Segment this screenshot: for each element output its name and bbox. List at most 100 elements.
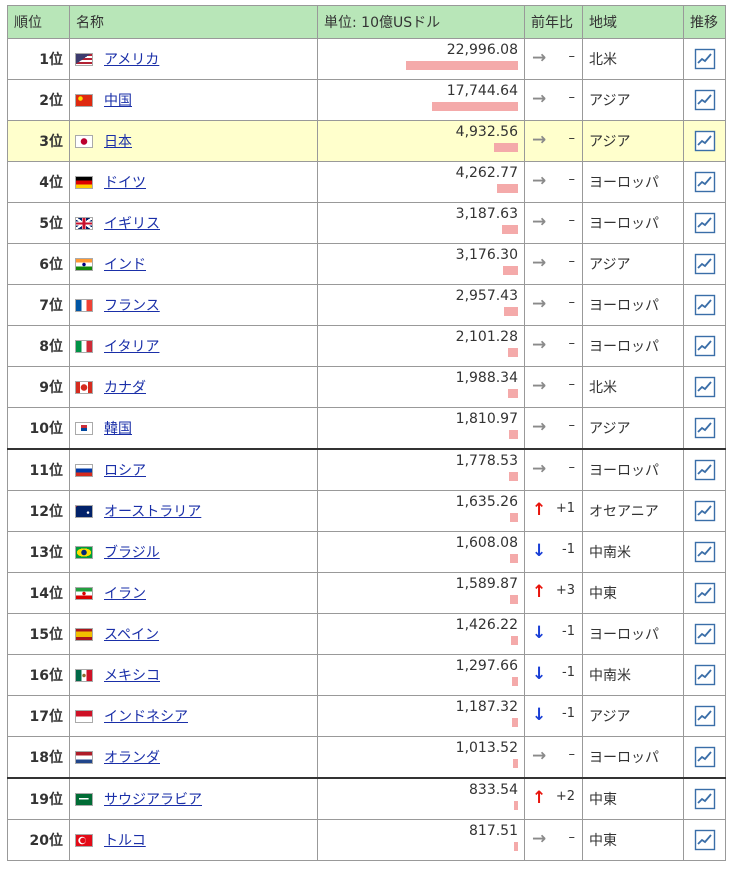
table-row: 7位 フランス 2,957.43 → – ヨーロッパ: [7, 284, 726, 326]
rank-cell: 7位: [7, 284, 70, 326]
country-cell: オランダ: [69, 736, 318, 779]
trend-chart-icon[interactable]: [694, 171, 716, 193]
trend-chart-icon[interactable]: [694, 212, 716, 234]
gdp-value: 2,101.28: [455, 329, 518, 345]
trend-cell: [683, 325, 726, 367]
country-link[interactable]: イラン: [104, 586, 146, 602]
country-link[interactable]: オーストラリア: [104, 504, 201, 520]
trend-chart-icon[interactable]: [694, 335, 716, 357]
table-row: 14位 イラン 1,589.87 ↑ +3 中東: [7, 572, 726, 614]
country-link[interactable]: アメリカ: [104, 52, 159, 68]
change-cell: ↑ +2: [524, 777, 583, 820]
gdp-value: 17,744.64: [446, 83, 518, 99]
country-link[interactable]: フランス: [104, 298, 160, 314]
us-flag-icon: [75, 52, 93, 66]
trend-cell: [683, 407, 726, 450]
kr-flag-icon: [75, 421, 93, 435]
region-cell: アジア: [582, 695, 684, 737]
country-cell: メキシコ: [69, 654, 318, 696]
trend-cell: [683, 777, 726, 820]
country-link[interactable]: サウジアラビア: [104, 792, 202, 808]
change-cell: → –: [524, 38, 583, 80]
trend-chart-icon[interactable]: [694, 623, 716, 645]
trend-cell: [683, 284, 726, 326]
value-cell: 22,996.08: [317, 38, 525, 80]
region-cell: アジア: [582, 79, 684, 121]
arrow-down-icon: ↓: [532, 541, 547, 561]
table-row: 6位 インド 3,176.30 → – アジア: [7, 243, 726, 285]
trend-chart-icon[interactable]: [694, 376, 716, 398]
value-bar: [503, 266, 518, 275]
country-link[interactable]: 韓国: [104, 421, 132, 437]
country-link[interactable]: ロシア: [104, 463, 146, 479]
trend-chart-icon[interactable]: [694, 582, 716, 604]
arrow-right-icon: →: [532, 212, 547, 232]
change-cell: → –: [524, 736, 583, 779]
trend-chart-icon[interactable]: [694, 417, 716, 439]
region-cell: アジア: [582, 243, 684, 285]
trend-chart-icon[interactable]: [694, 130, 716, 152]
col-header-rank[interactable]: 順位: [7, 5, 70, 39]
region-cell: 中東: [582, 819, 684, 861]
country-link[interactable]: メキシコ: [104, 668, 160, 684]
trend-cell: [683, 613, 726, 655]
value-cell: 3,187.63: [317, 202, 525, 244]
country-link[interactable]: ブラジル: [104, 545, 160, 561]
table-row: 3位 日本 4,932.56 → – アジア: [7, 120, 726, 162]
de-flag-icon: [75, 175, 93, 189]
trend-cell: [683, 490, 726, 532]
country-link[interactable]: カナダ: [104, 380, 146, 396]
gdp-value: 2,957.43: [455, 288, 518, 304]
arrow-right-icon: →: [532, 48, 547, 68]
country-link[interactable]: イギリス: [104, 216, 160, 232]
trend-chart-icon[interactable]: [694, 459, 716, 481]
change-value: –: [568, 90, 576, 105]
table-row: 18位 オランダ 1,013.52 → – ヨーロッパ: [7, 736, 726, 779]
trend-chart-icon[interactable]: [694, 664, 716, 686]
country-link[interactable]: ドイツ: [104, 175, 146, 191]
region-cell: 北米: [582, 38, 684, 80]
trend-chart-icon[interactable]: [694, 294, 716, 316]
country-link[interactable]: 中国: [104, 93, 132, 109]
country-cell: イギリス: [69, 202, 318, 244]
trend-chart-icon[interactable]: [694, 746, 716, 768]
change-cell: ↓ -1: [524, 613, 583, 655]
change-value: –: [568, 418, 576, 433]
trend-cell: [683, 819, 726, 861]
arrow-right-icon: →: [532, 829, 547, 849]
trend-chart-icon[interactable]: [694, 705, 716, 727]
country-link[interactable]: トルコ: [104, 833, 146, 849]
country-link[interactable]: オランダ: [104, 750, 160, 766]
trend-chart-icon[interactable]: [694, 500, 716, 522]
value-bar: [512, 718, 518, 727]
value-cell: 817.51: [317, 819, 525, 861]
col-header-region[interactable]: 地域: [582, 5, 684, 39]
trend-chart-icon[interactable]: [694, 253, 716, 275]
col-header-value[interactable]: 単位: 10億USドル: [317, 5, 525, 39]
country-link[interactable]: イタリア: [104, 339, 159, 355]
col-header-name[interactable]: 名称: [69, 5, 318, 39]
country-cell: フランス: [69, 284, 318, 326]
trend-chart-icon[interactable]: [694, 788, 716, 810]
country-cell: ブラジル: [69, 531, 318, 573]
trend-chart-icon[interactable]: [694, 48, 716, 70]
trend-cell: [683, 202, 726, 244]
col-header-change[interactable]: 前年比: [524, 5, 583, 39]
trend-cell: [683, 572, 726, 614]
value-cell: 1,988.34: [317, 366, 525, 408]
change-cell: ↓ -1: [524, 654, 583, 696]
rank-cell: 11位: [7, 448, 70, 491]
tr-flag-icon: [75, 833, 93, 847]
rank-cell: 3位: [7, 120, 70, 162]
country-cell: トルコ: [69, 819, 318, 861]
region-cell: ヨーロッパ: [582, 161, 684, 203]
rank-cell: 16位: [7, 654, 70, 696]
country-link[interactable]: スペイン: [104, 627, 159, 643]
country-link[interactable]: インドネシア: [104, 709, 188, 725]
trend-chart-icon[interactable]: [694, 541, 716, 563]
country-link[interactable]: インド: [104, 257, 146, 273]
country-link[interactable]: 日本: [104, 134, 132, 150]
region-cell: 中東: [582, 572, 684, 614]
trend-chart-icon[interactable]: [694, 829, 716, 851]
trend-chart-icon[interactable]: [694, 89, 716, 111]
